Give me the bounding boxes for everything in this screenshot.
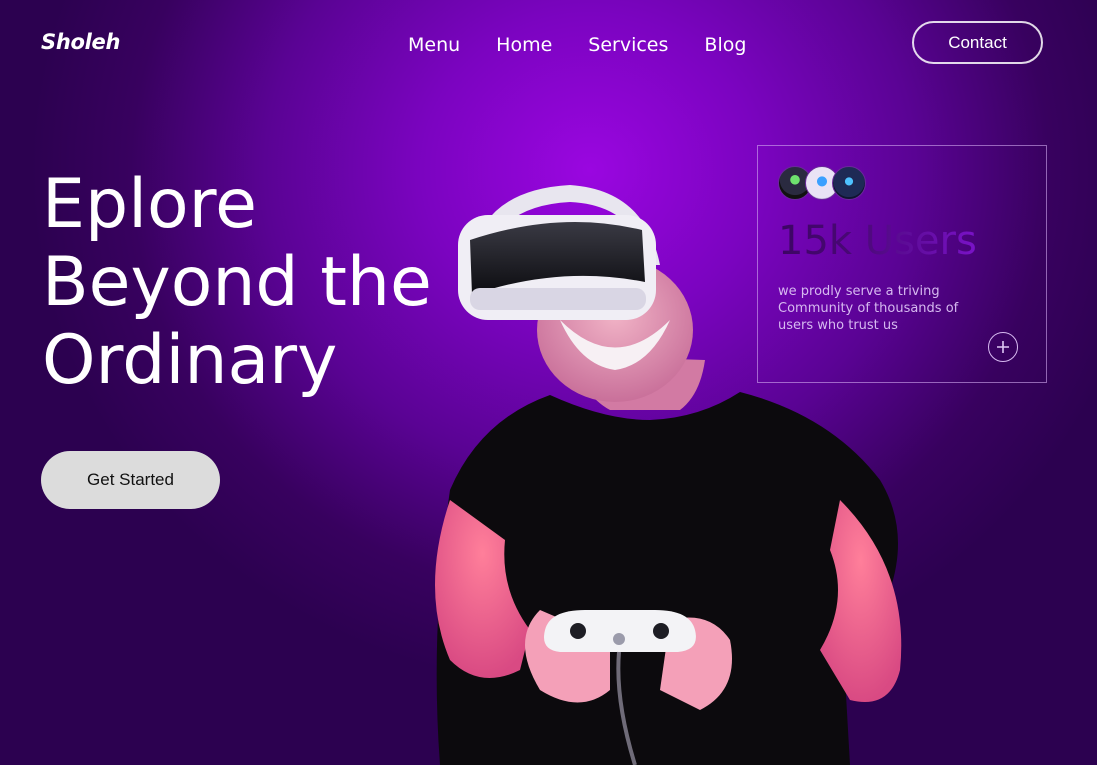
headline-line-1: Eplore — [42, 165, 257, 244]
users-stats-card: 15k Users we prodly serve a triving Comm… — [757, 145, 1047, 383]
nav-item-menu[interactable]: Menu — [408, 34, 460, 56]
avatar — [832, 166, 866, 200]
users-description: we prodly serve a triving Community of t… — [778, 283, 988, 334]
nav-item-services[interactable]: Services — [588, 34, 668, 56]
nav-item-blog[interactable]: Blog — [704, 34, 746, 56]
main-nav: Menu Home Services Blog — [408, 34, 782, 56]
get-started-button[interactable]: Get Started — [41, 451, 220, 509]
hero-headline: Eplore Beyond the Ordinary — [42, 166, 462, 400]
description-line-2: Community of thousands of — [778, 301, 959, 316]
user-avatars — [778, 166, 866, 200]
nav-item-home[interactable]: Home — [496, 34, 552, 56]
headline-line-2: Beyond the — [42, 243, 432, 322]
users-count: 15k Users — [778, 218, 977, 264]
description-line-1: we prodly serve a triving — [778, 284, 940, 299]
contact-button[interactable]: Contact — [912, 21, 1043, 64]
headline-line-3: Ordinary — [42, 321, 338, 400]
plus-circle-icon[interactable] — [988, 332, 1018, 362]
brand-logo[interactable]: Sholeh — [41, 30, 120, 54]
description-line-3: users who trust us — [778, 318, 898, 333]
